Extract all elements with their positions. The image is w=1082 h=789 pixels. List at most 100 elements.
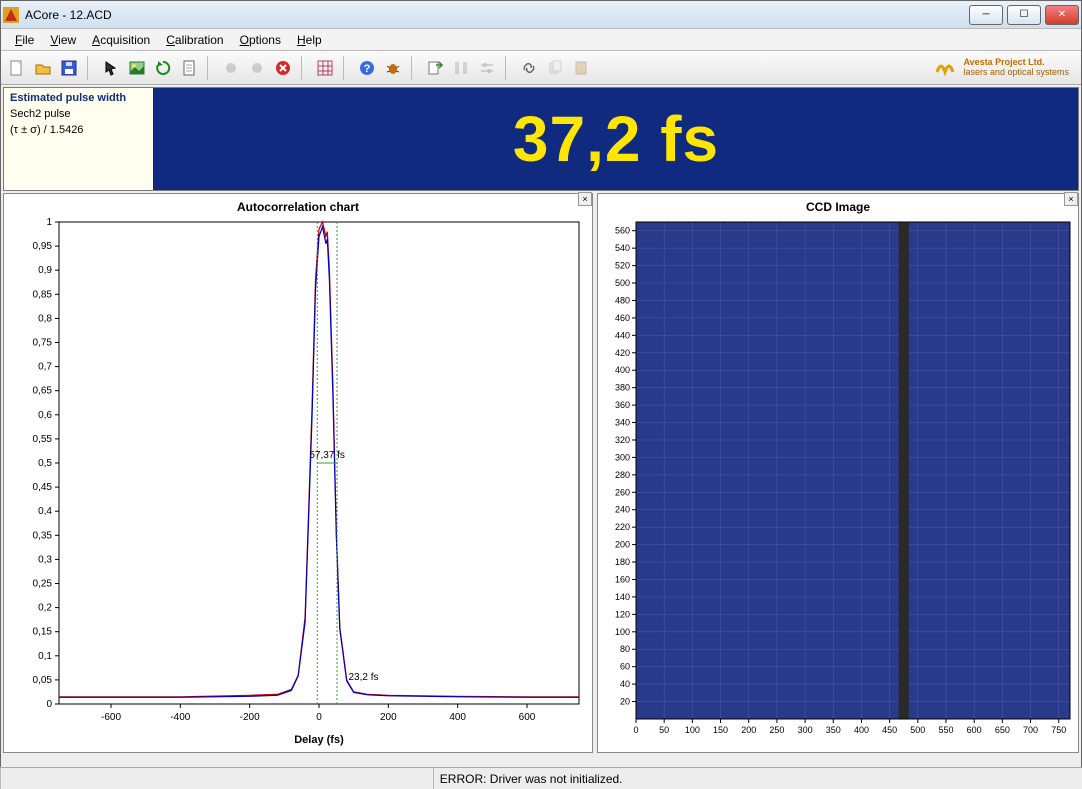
menu-calibration[interactable]: Calibration bbox=[158, 31, 231, 49]
svg-text:520: 520 bbox=[615, 261, 630, 271]
close-button[interactable]: ✕ bbox=[1045, 5, 1079, 25]
svg-text:200: 200 bbox=[380, 712, 397, 723]
svg-text:0,4: 0,4 bbox=[38, 506, 52, 517]
svg-text:Delay (fs): Delay (fs) bbox=[294, 734, 344, 746]
status-bar: ERROR: Driver was not initialized. bbox=[0, 767, 1082, 789]
svg-text:300: 300 bbox=[615, 452, 630, 462]
svg-text:250: 250 bbox=[769, 725, 784, 735]
svg-text:0,35: 0,35 bbox=[33, 530, 53, 541]
svg-text:100: 100 bbox=[615, 627, 630, 637]
svg-text:200: 200 bbox=[615, 540, 630, 550]
svg-text:400: 400 bbox=[854, 725, 869, 735]
svg-text:540: 540 bbox=[615, 243, 630, 253]
bug-icon[interactable] bbox=[381, 56, 405, 80]
link-icon[interactable] bbox=[517, 56, 541, 80]
svg-text:440: 440 bbox=[615, 330, 630, 340]
svg-text:-600: -600 bbox=[101, 712, 121, 723]
svg-text:1: 1 bbox=[46, 217, 52, 228]
svg-text:20: 20 bbox=[620, 697, 630, 707]
image-icon[interactable] bbox=[125, 56, 149, 80]
svg-text:160: 160 bbox=[615, 574, 630, 584]
menu-acquisition[interactable]: Acquisition bbox=[84, 31, 158, 49]
grid-icon[interactable] bbox=[313, 56, 337, 80]
open-icon[interactable] bbox=[31, 56, 55, 80]
svg-text:700: 700 bbox=[1023, 725, 1038, 735]
doc-icon[interactable] bbox=[177, 56, 201, 80]
copy-icon[interactable] bbox=[543, 56, 567, 80]
svg-text:150: 150 bbox=[713, 725, 728, 735]
refresh-icon[interactable] bbox=[151, 56, 175, 80]
brand-logo-icon bbox=[933, 56, 957, 80]
svg-text:?: ? bbox=[364, 63, 371, 75]
svg-text:80: 80 bbox=[620, 644, 630, 654]
svg-text:0,7: 0,7 bbox=[38, 362, 52, 373]
ccd-image-chart[interactable]: 0501001502002503003504004505005506006507… bbox=[598, 194, 1078, 749]
svg-text:420: 420 bbox=[615, 348, 630, 358]
svg-text:300: 300 bbox=[798, 725, 813, 735]
save-icon[interactable] bbox=[57, 56, 81, 80]
svg-text:460: 460 bbox=[615, 313, 630, 323]
svg-text:0: 0 bbox=[316, 712, 322, 723]
panel-close-icon[interactable]: × bbox=[578, 192, 592, 206]
status-error: ERROR: Driver was not initialized. bbox=[433, 768, 1082, 789]
record-icon[interactable] bbox=[219, 56, 243, 80]
svg-text:0: 0 bbox=[633, 725, 638, 735]
columns-icon[interactable] bbox=[449, 56, 473, 80]
svg-text:140: 140 bbox=[615, 592, 630, 602]
maximize-button[interactable]: ☐ bbox=[1007, 5, 1041, 25]
help-icon[interactable]: ? bbox=[355, 56, 379, 80]
cursor-icon[interactable] bbox=[99, 56, 123, 80]
svg-text:480: 480 bbox=[615, 295, 630, 305]
svg-text:0,1: 0,1 bbox=[38, 651, 52, 662]
svg-text:600: 600 bbox=[519, 712, 536, 723]
brand-line2: lasers and optical systems bbox=[963, 68, 1069, 77]
svg-text:0,6: 0,6 bbox=[38, 410, 52, 421]
svg-text:0,95: 0,95 bbox=[33, 241, 53, 252]
minimize-button[interactable]: ─ bbox=[969, 5, 1003, 25]
autocorrelation-chart[interactable]: 00,050,10,150,20,250,30,350,40,450,50,55… bbox=[4, 194, 594, 749]
svg-text:60: 60 bbox=[620, 662, 630, 672]
paste-icon[interactable] bbox=[569, 56, 593, 80]
estimate-formula: (τ ± σ) / 1.5426 bbox=[10, 124, 147, 136]
ccd-title: CCD Image bbox=[598, 200, 1078, 214]
svg-text:-200: -200 bbox=[240, 712, 260, 723]
title-bar: ACore - 12.ACD ─ ☐ ✕ bbox=[1, 1, 1081, 29]
svg-text:-400: -400 bbox=[170, 712, 190, 723]
window-buttons: ─ ☐ ✕ bbox=[965, 5, 1079, 25]
svg-text:380: 380 bbox=[615, 383, 630, 393]
panel-close-icon[interactable]: × bbox=[1064, 192, 1078, 206]
svg-text:600: 600 bbox=[967, 725, 982, 735]
export-icon[interactable] bbox=[423, 56, 447, 80]
svg-text:0,45: 0,45 bbox=[33, 482, 53, 493]
new-icon[interactable] bbox=[5, 56, 29, 80]
svg-text:120: 120 bbox=[615, 609, 630, 619]
estimate-panel: Estimated pulse width Sech2 pulse (τ ± σ… bbox=[4, 88, 154, 190]
svg-text:450: 450 bbox=[882, 725, 897, 735]
svg-text:320: 320 bbox=[615, 435, 630, 445]
svg-text:750: 750 bbox=[1051, 725, 1066, 735]
slider-icon[interactable] bbox=[475, 56, 499, 80]
menu-options[interactable]: Options bbox=[232, 31, 289, 49]
svg-text:0: 0 bbox=[46, 699, 52, 710]
stop-icon[interactable] bbox=[271, 56, 295, 80]
menu-view[interactable]: View bbox=[42, 31, 84, 49]
menu-file[interactable]: File bbox=[7, 31, 42, 49]
svg-text:180: 180 bbox=[615, 557, 630, 567]
estimate-model: Sech2 pulse bbox=[10, 108, 147, 120]
svg-text:500: 500 bbox=[910, 725, 925, 735]
record2-icon[interactable] bbox=[245, 56, 269, 80]
menu-bar: File View Acquisition Calibration Option… bbox=[1, 29, 1081, 51]
svg-text:400: 400 bbox=[615, 365, 630, 375]
svg-text:360: 360 bbox=[615, 400, 630, 410]
svg-text:0,85: 0,85 bbox=[33, 289, 53, 300]
svg-text:240: 240 bbox=[615, 505, 630, 515]
svg-text:0,8: 0,8 bbox=[38, 313, 52, 324]
svg-text:560: 560 bbox=[615, 226, 630, 236]
svg-text:650: 650 bbox=[995, 725, 1010, 735]
svg-text:280: 280 bbox=[615, 470, 630, 480]
menu-help[interactable]: Help bbox=[289, 31, 330, 49]
brand: Avesta Project Ltd. lasers and optical s… bbox=[933, 56, 1077, 80]
svg-text:50: 50 bbox=[659, 725, 669, 735]
svg-text:0,75: 0,75 bbox=[33, 338, 53, 349]
readout-row: Estimated pulse width Sech2 pulse (τ ± σ… bbox=[3, 87, 1079, 191]
